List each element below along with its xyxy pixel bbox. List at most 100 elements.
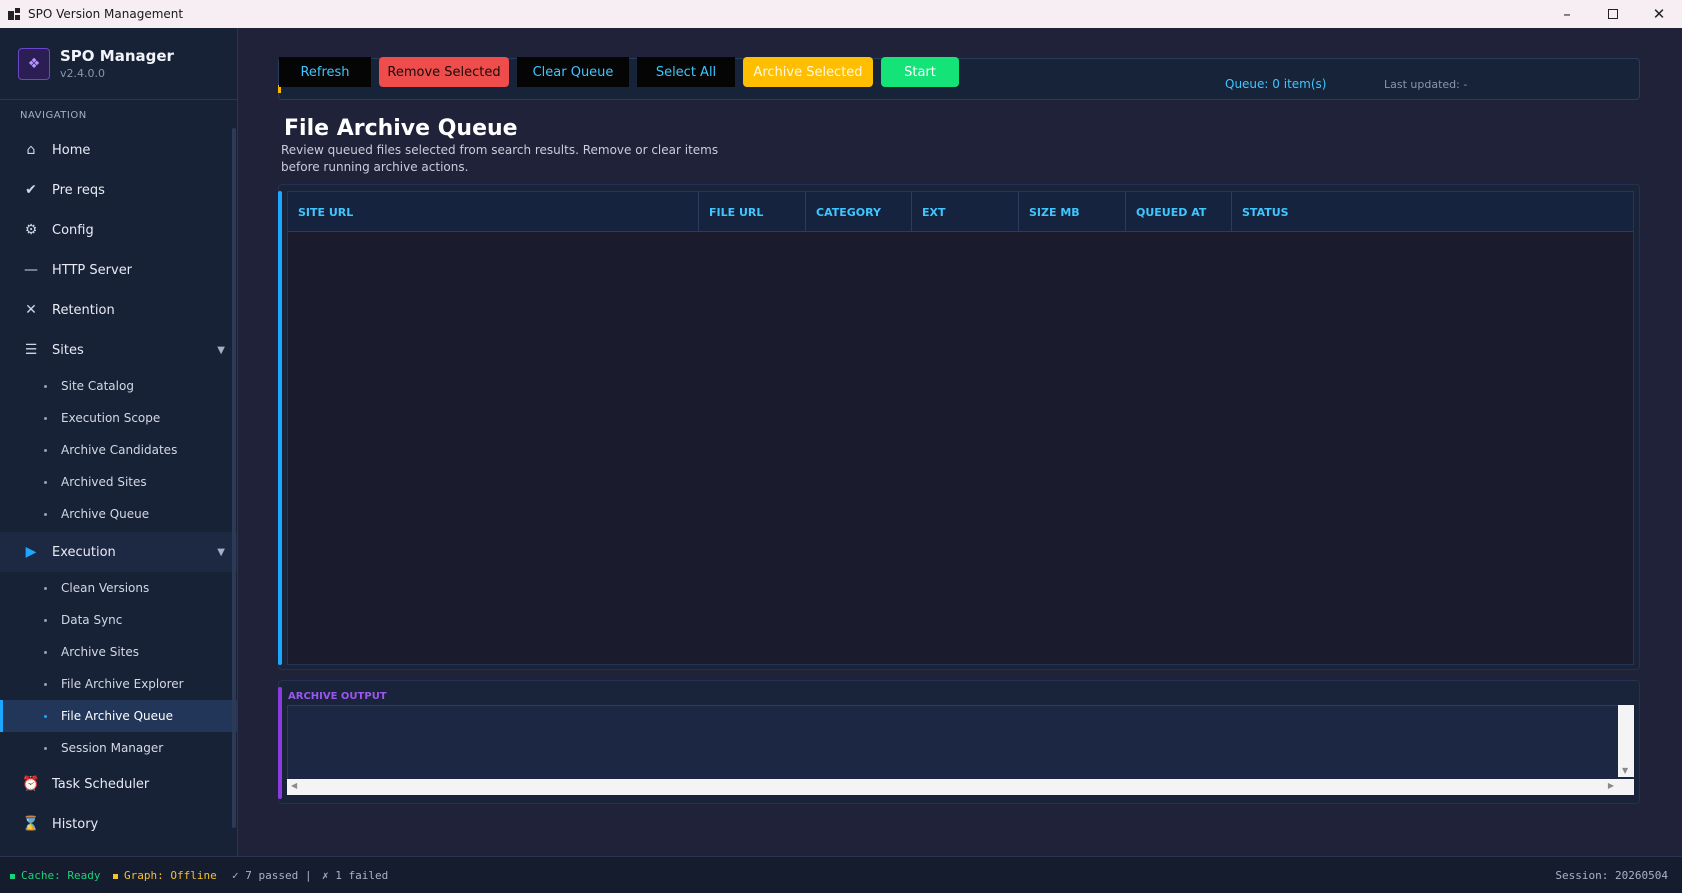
alarm-clock-icon: ⏰	[22, 776, 40, 792]
clear-queue-button[interactable]: Clear Queue	[517, 57, 629, 87]
sidebar-subitem-label: Execution Scope	[61, 411, 161, 425]
bullet-icon	[44, 683, 47, 686]
brand-name: SPO Manager	[60, 47, 174, 65]
chevron-down-icon[interactable]: ▼	[217, 345, 225, 356]
toolbar: Refresh Remove Selected Clear Queue Sele…	[278, 57, 1640, 100]
minimize-button[interactable]: –	[1544, 0, 1590, 28]
queue-count: Queue: 0 item(s)	[1225, 77, 1327, 91]
sidebar-subitem-archive-sites[interactable]: Archive Sites	[0, 636, 237, 668]
sidebar-subitem-label: Site Catalog	[61, 379, 134, 393]
sidebar-subitem-clean-versions[interactable]: Clean Versions	[0, 572, 237, 604]
session-id: Session: 20260504	[1555, 869, 1668, 882]
sidebar-subitem-label: Archived Sites	[61, 475, 147, 489]
column-header-status[interactable]: STATUS	[1232, 192, 1633, 232]
queue-table-panel: SITE URL FILE URL CATEGORY EXT SIZE MB Q…	[278, 184, 1640, 670]
remove-selected-button[interactable]: Remove Selected	[379, 57, 509, 87]
last-updated: Last updated: -	[1384, 78, 1468, 91]
app-icon	[8, 8, 20, 20]
sidebar-item-task-scheduler[interactable]: ⏰ Task Scheduler	[0, 764, 237, 804]
sidebar-subitem-archive-candidates[interactable]: Archive Candidates	[0, 434, 237, 466]
select-all-button[interactable]: Select All	[637, 57, 735, 87]
check-icon: ✔	[25, 182, 37, 198]
sidebar-item-label: Sites	[52, 342, 84, 358]
sidebar-subitem-label: File Archive Explorer	[61, 677, 184, 691]
refresh-button[interactable]: Refresh	[279, 57, 371, 87]
sidebar-subitem-data-sync[interactable]: Data Sync	[0, 604, 237, 636]
hourglass-icon: ⌛	[22, 816, 40, 832]
minus-icon: —	[24, 262, 38, 278]
sidebar-item-label: Config	[52, 222, 94, 238]
bullet-icon	[44, 417, 47, 420]
archive-selected-button[interactable]: Archive Selected	[743, 57, 873, 87]
start-button[interactable]: Start	[881, 57, 959, 87]
archive-output-panel: ARCHIVE OUTPUT ▼ ◀ ▶	[278, 680, 1640, 804]
panel-accent	[278, 191, 282, 665]
failed-count: ✗ 1 failed	[322, 869, 389, 882]
archive-output-textbox[interactable]	[287, 705, 1634, 795]
sidebar-subitem-archive-queue[interactable]: Archive Queue	[0, 498, 237, 530]
chevron-down-icon[interactable]: ▼	[217, 547, 225, 558]
sidebar-subitem-label: Archive Sites	[61, 645, 140, 659]
bullet-icon	[44, 449, 47, 452]
close-window-button[interactable]: ✕	[1636, 0, 1682, 28]
sidebar-item-label: Retention	[52, 302, 115, 318]
brand-logo-icon: ❖	[18, 47, 50, 80]
sidebar-item-execution[interactable]: ▶ Execution ▼	[0, 532, 237, 572]
column-header-ext[interactable]: EXT	[912, 192, 1019, 232]
sidebar-subitem-execution-scope[interactable]: Execution Scope	[0, 402, 237, 434]
list-icon: ☰	[24, 342, 38, 358]
sidebar-item-retention[interactable]: ✕ Retention	[0, 290, 237, 330]
bullet-icon	[44, 385, 47, 388]
column-header-category[interactable]: CATEGORY	[806, 192, 912, 232]
status-dot-icon	[10, 873, 15, 879]
sidebar-item-sites[interactable]: ☰ Sites ▼	[0, 330, 237, 370]
sidebar-item-label: HTTP Server	[52, 262, 133, 278]
sidebar-subitem-session-manager[interactable]: Session Manager	[0, 732, 237, 764]
sidebar-subitem-archived-sites[interactable]: Archived Sites	[0, 466, 237, 498]
queue-table[interactable]: SITE URL FILE URL CATEGORY EXT SIZE MB Q…	[287, 191, 1634, 665]
bullet-icon	[44, 715, 47, 718]
window-titlebar: SPO Version Management – ✕	[0, 0, 1682, 28]
bullet-icon	[44, 651, 47, 654]
maximize-icon	[1608, 9, 1618, 19]
sidebar-item-label: Execution	[52, 544, 116, 560]
sidebar-scrollbar[interactable]	[232, 128, 236, 828]
sidebar-item-http-server[interactable]: — HTTP Server	[0, 250, 237, 290]
sidebar-item-pre-reqs[interactable]: ✔ Pre reqs	[0, 170, 237, 210]
panel-accent	[278, 687, 282, 799]
close-icon: ✕	[25, 302, 37, 318]
sidebar-subitem-label: File Archive Queue	[61, 709, 174, 723]
main-content: Refresh Remove Selected Clear Queue Sele…	[238, 28, 1682, 856]
sidebar-item-label: Pre reqs	[52, 182, 105, 198]
sidebar-subitem-label: Clean Versions	[61, 581, 150, 595]
cache-status: Cache: Ready	[10, 869, 100, 882]
sidebar-subitem-file-archive-queue[interactable]: File Archive Queue	[0, 700, 237, 732]
sidebar-item-label: History	[52, 816, 99, 832]
bullet-icon	[44, 481, 47, 484]
bullet-icon	[44, 587, 47, 590]
column-header-size-mb[interactable]: SIZE MB	[1019, 192, 1126, 232]
bullet-icon	[44, 619, 47, 622]
column-header-site-url[interactable]: SITE URL	[288, 192, 699, 232]
sidebar-subitem-label: Archive Queue	[61, 507, 150, 521]
cache-status-text: Cache: Ready	[21, 869, 101, 882]
sidebar-item-history[interactable]: ⌛ History	[0, 804, 237, 844]
bullet-icon	[44, 747, 47, 750]
sidebar-item-home[interactable]: ⌂ Home	[0, 130, 237, 170]
maximize-button[interactable]	[1590, 0, 1636, 28]
archive-output-label: ARCHIVE OUTPUT	[288, 691, 387, 702]
column-header-file-url[interactable]: FILE URL	[699, 192, 806, 232]
window-controls: – ✕	[1544, 0, 1682, 28]
column-header-queued-at[interactable]: QUEUED AT	[1126, 192, 1232, 232]
brand-version: v2.4.0.0	[60, 67, 105, 80]
page-title: File Archive Queue	[284, 116, 518, 141]
sidebar-subitem-file-archive-explorer[interactable]: File Archive Explorer	[0, 668, 237, 700]
graph-status: Graph: Offline	[113, 869, 217, 882]
brand: ❖ SPO Manager v2.4.0.0	[0, 28, 237, 100]
sidebar-item-config[interactable]: ⚙ Config	[0, 210, 237, 250]
close-icon: ✕	[1652, 5, 1666, 23]
sidebar-item-label: Home	[52, 142, 91, 158]
status-dot-icon	[113, 873, 118, 879]
sidebar-subitem-site-catalog[interactable]: Site Catalog	[0, 370, 237, 402]
bullet-icon	[44, 513, 47, 516]
